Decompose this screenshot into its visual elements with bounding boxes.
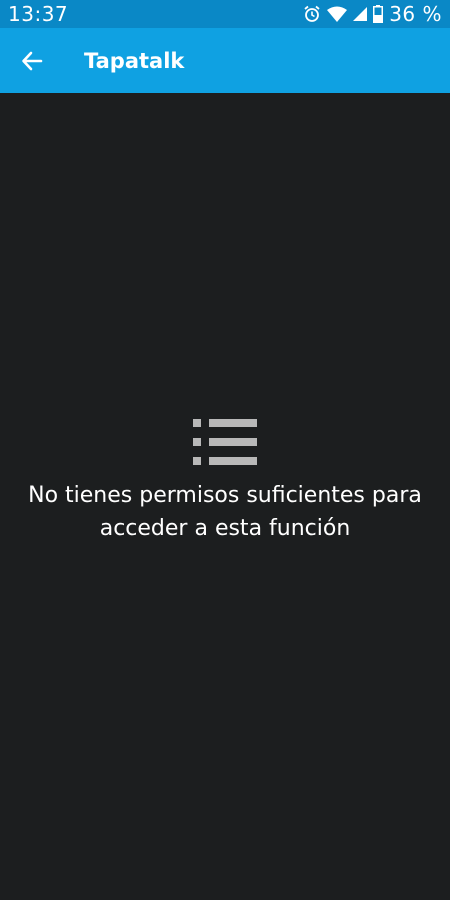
app-title: Tapatalk bbox=[84, 48, 185, 73]
status-icons: 36 % bbox=[303, 2, 442, 26]
cell-signal-icon bbox=[353, 7, 368, 21]
arrow-left-icon bbox=[22, 51, 43, 70]
back-button[interactable] bbox=[0, 28, 64, 93]
alarm-icon bbox=[304, 5, 320, 22]
status-time: 13:37 bbox=[8, 2, 69, 26]
wifi-icon bbox=[327, 6, 348, 22]
list-icon bbox=[193, 419, 257, 465]
battery-icon bbox=[373, 5, 384, 23]
status-bar: 13:37 36 % bbox=[0, 0, 450, 28]
permission-message: No tienes permisos suficientes para acce… bbox=[28, 483, 422, 541]
battery-percentage: 36 % bbox=[389, 2, 442, 26]
empty-state: No tienes permisos suficientes para acce… bbox=[0, 419, 450, 545]
content-area: No tienes permisos suficientes para acce… bbox=[0, 93, 450, 900]
app-bar: Tapatalk bbox=[0, 28, 450, 93]
